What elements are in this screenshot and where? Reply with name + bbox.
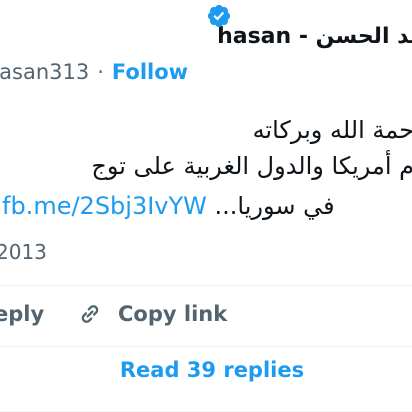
action-row: eply Copy link — [0, 300, 412, 334]
verified-badge-icon — [207, 4, 231, 28]
tweet-line-1: حمة الله وبركاته — [252, 116, 412, 144]
copy-link-label: Copy link — [118, 302, 228, 326]
divider — [0, 346, 412, 347]
author-handle[interactable]: lhasan313 — [0, 60, 89, 84]
link-icon — [81, 305, 99, 323]
separator-dot: · — [97, 60, 104, 84]
author-display-name[interactable]: hasan - أحمد الحسن — [217, 24, 412, 49]
copy-link-button[interactable]: Copy link — [76, 300, 227, 328]
divider — [0, 285, 412, 286]
tweet-text: حمة الله وبركاته م أمريكا والدول الغربية… — [91, 112, 412, 184]
tweet-timestamp[interactable]: 2013 — [0, 240, 47, 264]
follow-button[interactable]: Follow — [112, 60, 188, 84]
tweet-line-2: م أمريكا والدول الغربية على توج — [91, 152, 412, 180]
read-replies-row: Read 39 replies — [0, 358, 412, 382]
tweet-line-3: fb.me/2Sbj3IvYW في سوريا... — [2, 192, 335, 220]
tweet-link[interactable]: fb.me/2Sbj3IvYW — [2, 192, 207, 220]
read-replies-button[interactable]: Read 39 replies — [120, 358, 304, 382]
reply-button[interactable]: eply — [0, 302, 44, 326]
tweet-line-3-text: في سوريا... — [214, 192, 335, 220]
tweet-embed-card: hasan - أحمد الحسن lhasan313 · Follow حم… — [0, 0, 412, 412]
author-handle-row: lhasan313 · Follow — [0, 60, 188, 84]
